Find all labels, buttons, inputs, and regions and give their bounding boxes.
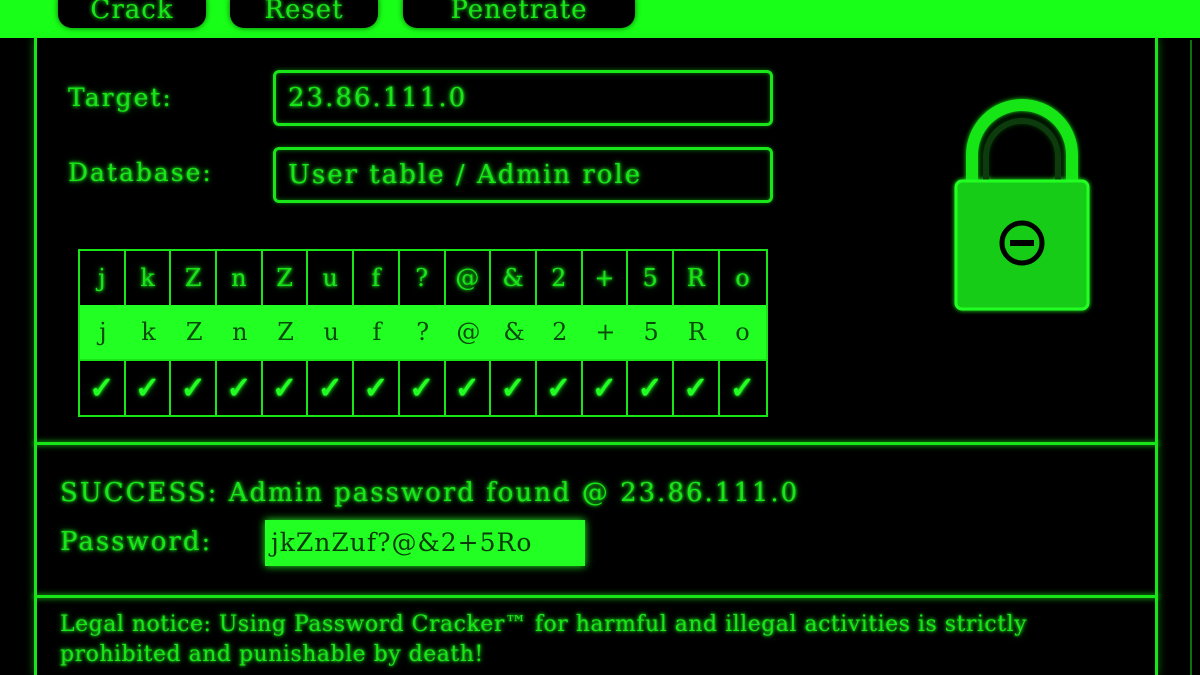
check-icon: ✓: [628, 361, 674, 415]
matched-char-cell: u: [323, 318, 340, 346]
guess-char-cell: Z: [263, 251, 309, 305]
guess-char-cell: Z: [171, 251, 218, 305]
guess-char-cell: +: [583, 251, 629, 305]
matched-char-cell: 5: [643, 318, 659, 346]
guess-char-cell: f: [354, 251, 400, 305]
divider: [34, 442, 1158, 445]
matched-char-cell: +: [595, 318, 616, 346]
target-input[interactable]: 23.86.111.0: [273, 70, 773, 126]
check-row: ✓ ✓ ✓ ✓ ✓ ✓ ✓ ✓ ✓ ✓ ✓ ✓ ✓ ✓ ✓: [80, 361, 766, 415]
matched-char-cell: o: [735, 318, 750, 346]
matched-char-cell: Z: [185, 318, 203, 346]
guess-char-cell: u: [308, 251, 355, 305]
guess-char-cell: 2: [537, 251, 583, 305]
padlock-icon: [954, 99, 1090, 311]
check-icon: ✓: [491, 361, 537, 415]
legal-notice: Legal notice: Using Password Cracker™ fo…: [60, 612, 1028, 667]
check-icon: ✓: [729, 370, 756, 406]
check-icon: ✓: [400, 361, 446, 415]
matched-char-cell: &: [503, 318, 525, 346]
matched-row: j k Zn Zu f? @ & 2 +5 Ro: [80, 305, 766, 359]
check-icon: ✓: [537, 361, 583, 415]
matched-char-cell: R: [687, 318, 706, 346]
database-input[interactable]: User table / Admin role: [273, 147, 773, 203]
guess-char-cell: k: [126, 251, 172, 305]
crack-button[interactable]: Crack: [58, 0, 206, 28]
database-label: Database:: [68, 158, 213, 187]
check-icon: ✓: [263, 361, 309, 415]
reset-button[interactable]: Reset: [230, 0, 378, 28]
password-label: Password:: [60, 527, 213, 557]
guess-char-cell: R: [674, 251, 720, 305]
divider: [34, 595, 1158, 598]
guess-row: j k Zn Zu f? @ & 2 +5 Ro: [80, 251, 766, 305]
matched-char-cell: 2: [552, 318, 568, 346]
toolbar: Crack Reset Penetrate: [0, 0, 1200, 38]
matched-char-cell: j: [99, 318, 107, 346]
matched-char-cell: @: [456, 318, 481, 346]
guess-char-cell: &: [491, 251, 537, 305]
matched-char-cell: k: [141, 318, 156, 346]
guess-char-cell: j: [80, 251, 126, 305]
check-icon: ✓: [583, 361, 629, 415]
success-message: SUCCESS: Admin password found @ 23.86.11…: [60, 478, 800, 508]
password-value[interactable]: jkZnZuf?@&2+5Ro: [265, 520, 585, 566]
check-icon: ✓: [80, 361, 126, 415]
window-edge: [1190, 40, 1200, 675]
matched-char-cell: n: [232, 318, 248, 346]
guess-char-cell: ?: [400, 251, 446, 305]
check-icon: ✓: [308, 361, 355, 415]
check-icon: ✓: [171, 361, 218, 415]
guess-char-cell: o: [735, 264, 750, 292]
check-icon: ✓: [217, 361, 263, 415]
guess-char-cell: 5: [628, 251, 674, 305]
penetrate-button[interactable]: Penetrate: [403, 0, 635, 28]
matched-char-cell: ?: [416, 318, 430, 346]
check-icon: ✓: [446, 361, 492, 415]
guess-char-cell: n: [217, 251, 263, 305]
guess-char-cell: @: [446, 251, 492, 305]
check-icon: ✓: [354, 361, 400, 415]
target-label: Target:: [68, 83, 173, 112]
matched-char-cell: f: [372, 318, 382, 346]
check-icon: ✓: [126, 361, 172, 415]
check-icon: ✓: [674, 361, 720, 415]
cracking-grid: j k Zn Zu f? @ & 2 +5 Ro j k Zn Zu f? @ & 2 +5 Ro ✓ ✓ ✓ ✓ ✓ ✓ ✓ ✓…: [78, 249, 768, 417]
matched-char-cell: Z: [277, 318, 294, 346]
